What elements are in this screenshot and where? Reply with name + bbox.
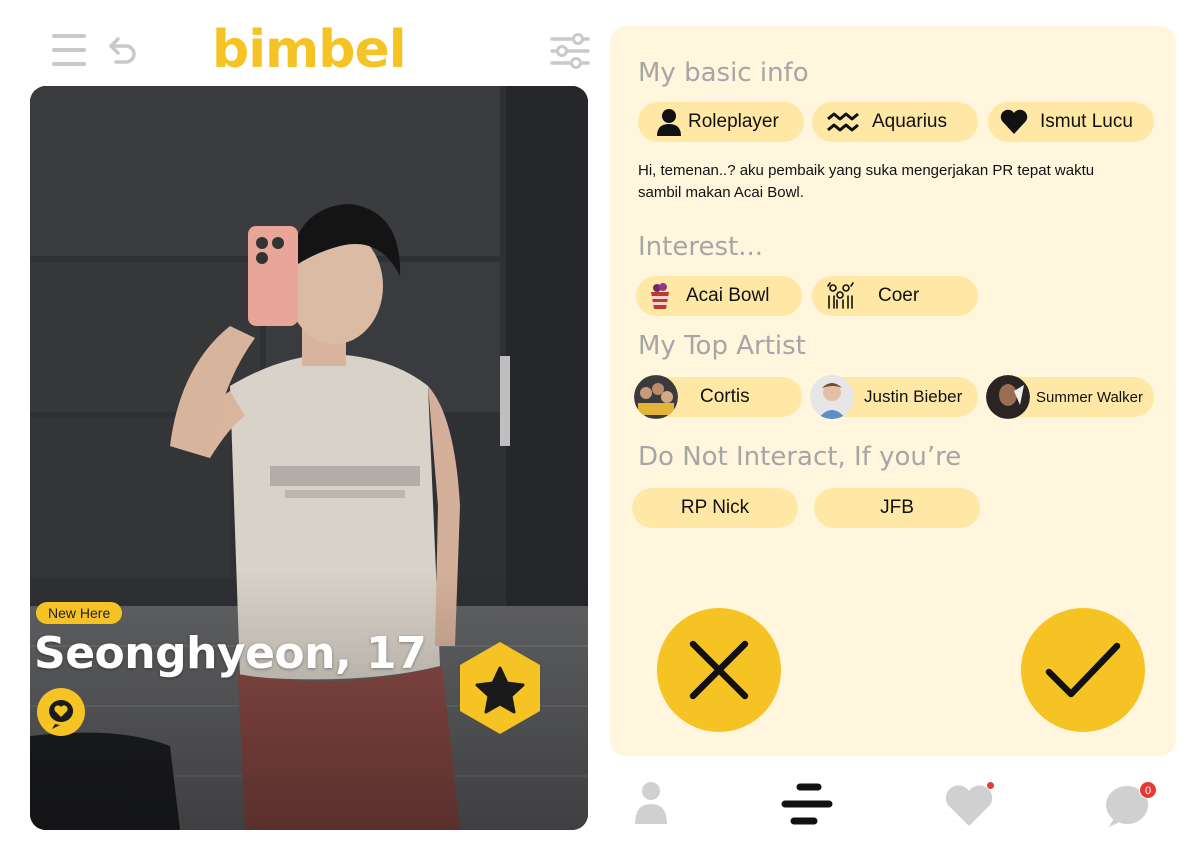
interest-title: Interest...	[638, 232, 763, 262]
profile-icon[interactable]	[634, 780, 668, 824]
artist-pill-summer-walker[interactable]: Summer Walker	[986, 375, 1154, 419]
profile-bio: Hi, temenan..? aku pembaik yang suka men…	[638, 162, 1095, 201]
dni-pill-label: JFB	[880, 497, 914, 518]
artist-avatar-cortis	[634, 375, 678, 419]
info-pill-label: Ismut Lucu	[1040, 111, 1133, 132]
artist-avatar-justin-bieber	[810, 375, 854, 419]
artist-pill-cortis[interactable]: Cortis	[634, 375, 802, 419]
reject-button[interactable]	[657, 608, 781, 732]
artist-pill-justin-bieber[interactable]: Justin Bieber	[810, 375, 978, 419]
interest-pill-acai-bowl[interactable]: Acai Bowl	[636, 276, 802, 316]
undo-icon[interactable]	[104, 34, 138, 68]
aquarius-icon	[827, 112, 859, 132]
do-not-interact-title: Do Not Interact, If you’re	[638, 442, 962, 472]
likes-icon[interactable]	[944, 783, 994, 827]
dni-pill-rp-nick[interactable]: RP Nick	[632, 488, 798, 528]
info-pill-roleplayer[interactable]: Roleplayer	[638, 102, 804, 142]
sliders-icon[interactable]	[550, 32, 590, 70]
info-pill-label: Roleplayer	[688, 111, 779, 132]
heart-icon	[1000, 109, 1028, 134]
basic-info-title: My basic info	[638, 58, 809, 88]
artist-pill-label: Summer Walker	[1036, 388, 1143, 406]
interest-pill-coer[interactable]: Coer	[812, 276, 978, 316]
likes-notification-dot	[987, 782, 994, 789]
super-like-star-icon[interactable]	[458, 640, 542, 736]
info-pill-label: Aquarius	[872, 111, 947, 132]
artist-avatar-summer-walker	[986, 375, 1030, 419]
close-icon	[689, 640, 749, 700]
profile-name-age: Seonghyeon, 17	[34, 628, 427, 679]
info-pill-ismut-lucu[interactable]: Ismut Lucu	[988, 102, 1154, 142]
artist-pill-label: Justin Bieber	[864, 387, 963, 406]
stack-icon[interactable]	[780, 782, 834, 826]
interest-pill-label: Coer	[878, 285, 920, 306]
interest-pill-label: Acai Bowl	[686, 285, 770, 306]
dni-pill-label: RP Nick	[680, 497, 750, 518]
artist-pill-label: Cortis	[700, 386, 750, 407]
accept-button[interactable]	[1021, 608, 1145, 732]
dni-pill-jfb[interactable]: JFB	[814, 488, 980, 528]
info-pill-aquarius[interactable]: Aquarius	[812, 102, 978, 142]
hamburger-icon[interactable]	[52, 34, 86, 66]
new-here-badge: New Here	[36, 602, 123, 624]
acai-bowl-icon	[651, 283, 669, 309]
chat-heart-icon[interactable]	[36, 688, 86, 736]
cheering-crowd-icon	[827, 282, 854, 309]
person-icon	[657, 109, 681, 136]
check-icon	[1045, 642, 1121, 698]
top-artist-title: My Top Artist	[638, 331, 806, 361]
messages-count-badge: 0	[1139, 781, 1157, 799]
profile-details-panel: My basic info Roleplayer Aquarius Ismut …	[610, 26, 1176, 756]
app-logo: bimbel	[212, 20, 407, 80]
